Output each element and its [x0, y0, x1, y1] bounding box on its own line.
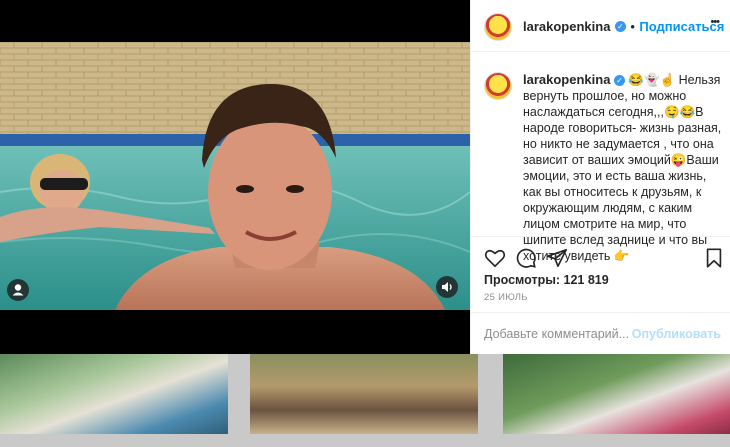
caption-text: 😂👻☝️ Нельзя вернуть прошлое, но можно на… — [523, 73, 722, 263]
caption-username-link[interactable]: larakopenkina — [523, 72, 610, 87]
grid-post-thumbnail[interactable] — [503, 354, 730, 434]
sound-icon — [442, 282, 452, 292]
verified-icon: ✓ — [613, 75, 625, 87]
background-post-grid — [0, 354, 730, 447]
avatar[interactable] — [484, 72, 512, 100]
more-options-button[interactable]: ••• — [710, 16, 720, 28]
video-scene-image — [0, 42, 470, 310]
header-user-line: larakopenkina ✓ • Подписаться — [523, 18, 724, 36]
action-bar — [471, 236, 730, 277]
heart-icon[interactable] — [484, 247, 506, 269]
user-tag-button[interactable] — [7, 279, 29, 301]
publish-button[interactable]: Опубликовать — [632, 327, 721, 341]
share-icon[interactable] — [546, 247, 568, 269]
sound-toggle-button[interactable] — [436, 276, 458, 298]
grid-post-thumbnail[interactable] — [250, 354, 478, 434]
separator-dot: • — [630, 19, 635, 34]
comment-input[interactable]: Добавьте комментарий... — [484, 327, 629, 341]
grid-post-thumbnail[interactable] — [0, 354, 228, 434]
video-frame[interactable] — [0, 42, 470, 310]
post-date[interactable]: 25 ИЮЛЬ — [484, 292, 528, 303]
verified-icon: ✓ — [614, 21, 626, 33]
post-video-player[interactable] — [0, 0, 470, 354]
post-side-panel: larakopenkina ✓ • Подписаться ••• larako… — [470, 0, 730, 354]
views-count[interactable]: Просмотры: 121 819 — [484, 273, 609, 287]
comment-form: Добавьте комментарий... Опубликовать — [471, 312, 730, 354]
post-header: larakopenkina ✓ • Подписаться ••• — [471, 0, 730, 52]
user-tag-icon — [12, 284, 24, 296]
bookmark-icon[interactable] — [703, 247, 725, 269]
avatar[interactable] — [484, 13, 512, 41]
comment-icon[interactable] — [515, 247, 537, 269]
username-link[interactable]: larakopenkina — [523, 19, 610, 34]
